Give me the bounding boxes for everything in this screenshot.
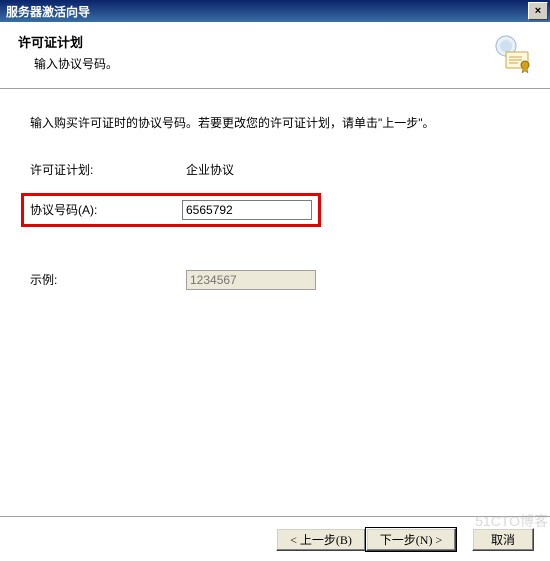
close-icon: × xyxy=(535,6,541,17)
wizard-header: 许可证计划 输入协议号码。 xyxy=(0,22,550,89)
example-label: 示例: xyxy=(30,271,186,288)
license-plan-value: 企业协议 xyxy=(186,161,234,178)
agreement-number-input[interactable] xyxy=(182,200,312,220)
close-button[interactable]: × xyxy=(528,2,548,20)
license-plan-label: 许可证计划: xyxy=(30,161,186,178)
example-row: 示例: xyxy=(30,270,520,290)
highlight-box: 协议号码(A): xyxy=(21,193,321,227)
page-subtitle: 输入协议号码。 xyxy=(34,55,534,72)
wizard-content: 输入购买许可证时的协议号码。若要更改您的许可证计划，请单击"上一步"。 许可证计… xyxy=(0,89,550,290)
example-input xyxy=(186,270,316,290)
window-title: 服务器激活向导 xyxy=(6,3,528,20)
back-button[interactable]: < 上一步(B) xyxy=(276,528,366,551)
certificate-icon xyxy=(492,34,532,77)
wizard-footer: < 上一步(B) 下一步(N) > 取消 xyxy=(0,516,550,561)
titlebar: 服务器激活向导 × xyxy=(0,0,550,22)
page-title: 许可证计划 xyxy=(18,32,534,51)
agreement-number-row: 协议号码(A): xyxy=(30,200,520,220)
next-button[interactable]: 下一步(N) > xyxy=(366,528,456,551)
license-plan-row: 许可证计划: 企业协议 xyxy=(30,161,520,178)
agreement-number-label: 协议号码(A): xyxy=(30,201,182,218)
wizard-window: 服务器激活向导 × 许可证计划 输入协议号码。 输入购买许可证时的协议号码。若要… xyxy=(0,0,550,561)
instruction-text: 输入购买许可证时的协议号码。若要更改您的许可证计划，请单击"上一步"。 xyxy=(30,113,520,135)
cancel-button[interactable]: 取消 xyxy=(472,528,534,551)
